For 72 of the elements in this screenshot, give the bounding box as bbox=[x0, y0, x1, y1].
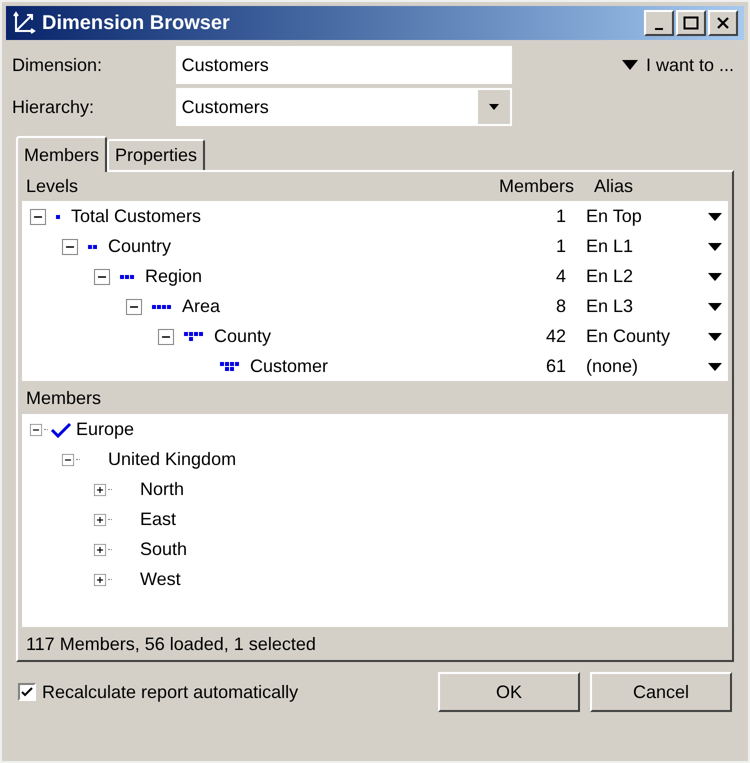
member-name[interactable]: United Kingdom bbox=[108, 446, 236, 474]
column-header: Alias bbox=[593, 174, 634, 198]
collapse-icon[interactable] bbox=[126, 298, 142, 315]
collapse-icon[interactable] bbox=[30, 208, 46, 225]
member-name[interactable]: North bbox=[140, 476, 184, 504]
dropdown-arrow-icon[interactable] bbox=[708, 302, 722, 311]
dropdown-arrow-icon[interactable] bbox=[708, 362, 722, 371]
section-header: Levels bbox=[26, 174, 78, 198]
axes-icon bbox=[12, 11, 36, 35]
expand-icon[interactable] bbox=[94, 574, 106, 586]
dropdown-arrow-icon[interactable] bbox=[708, 212, 722, 221]
field-label: Dimension: bbox=[12, 54, 104, 76]
level-icon bbox=[120, 274, 135, 279]
checkbox[interactable] bbox=[18, 683, 36, 701]
level-name: County bbox=[214, 325, 272, 348]
collapse-icon[interactable] bbox=[30, 424, 42, 436]
tab[interactable]: Properties bbox=[107, 139, 206, 170]
level-name: Region bbox=[145, 265, 202, 288]
alias-value: En L1 bbox=[585, 235, 634, 258]
status-text: 117 Members, 56 loaded, 1 selected bbox=[26, 633, 316, 656]
close-icon bbox=[715, 16, 731, 30]
member-count: 1 bbox=[554, 205, 566, 228]
level-icon bbox=[88, 244, 98, 249]
close-button[interactable] bbox=[708, 10, 738, 36]
section-header: Members bbox=[26, 386, 102, 410]
collapse-icon[interactable] bbox=[62, 454, 74, 466]
window-title: Dimension Browser bbox=[42, 11, 230, 36]
level-name: Customer bbox=[250, 355, 328, 378]
menu-button[interactable]: I want to ... bbox=[622, 46, 738, 84]
level-name: Total Customers bbox=[71, 205, 202, 228]
dropdown[interactable]: Customers bbox=[176, 88, 512, 126]
level-name: Country bbox=[108, 235, 172, 258]
member-count: 42 bbox=[544, 325, 566, 348]
alias-value: (none) bbox=[585, 355, 640, 378]
column-header: Members bbox=[498, 174, 574, 198]
member-count: 4 bbox=[554, 265, 566, 288]
expand-icon[interactable] bbox=[94, 484, 106, 496]
cancel-button[interactable]: Cancel bbox=[590, 672, 732, 712]
dropdown-arrow-icon[interactable] bbox=[708, 242, 722, 251]
minimize-button[interactable] bbox=[644, 10, 674, 36]
dropdown-arrow-icon[interactable] bbox=[708, 272, 722, 281]
member-count: 8 bbox=[554, 295, 566, 318]
maximize-icon bbox=[683, 16, 699, 30]
checkbox-label: Recalculate report automatically bbox=[42, 680, 298, 704]
member-name[interactable]: South bbox=[140, 536, 188, 564]
level-icon bbox=[220, 362, 240, 372]
level-icon bbox=[184, 332, 204, 342]
alias-value: En County bbox=[585, 325, 672, 348]
maximize-button[interactable] bbox=[676, 10, 706, 36]
level-icon bbox=[56, 214, 61, 219]
level-icon bbox=[152, 304, 172, 309]
caret-icon bbox=[622, 60, 638, 70]
dropdown-arrow-icon[interactable] bbox=[708, 332, 722, 341]
ok-button[interactable]: OK bbox=[438, 672, 580, 712]
member-count: 61 bbox=[544, 355, 566, 378]
member-name[interactable]: West bbox=[140, 566, 181, 594]
member-count: 1 bbox=[554, 235, 566, 258]
alias-value: En L2 bbox=[585, 265, 634, 288]
collapse-icon[interactable] bbox=[158, 328, 174, 345]
alias-value: En L3 bbox=[585, 295, 634, 318]
text-field[interactable]: Customers bbox=[176, 46, 512, 84]
expand-icon[interactable] bbox=[94, 544, 106, 556]
minimize-icon bbox=[655, 28, 663, 30]
member-name[interactable]: East bbox=[140, 506, 176, 534]
collapse-icon[interactable] bbox=[94, 268, 110, 285]
field-label: Hierarchy: bbox=[12, 96, 96, 119]
alias-value: En Top bbox=[585, 205, 643, 228]
tab[interactable]: Members bbox=[16, 136, 108, 172]
level-name: Area bbox=[182, 295, 220, 318]
expand-icon[interactable] bbox=[94, 514, 106, 526]
member-name[interactable]: Europe bbox=[76, 416, 134, 444]
collapse-icon[interactable] bbox=[62, 238, 78, 255]
